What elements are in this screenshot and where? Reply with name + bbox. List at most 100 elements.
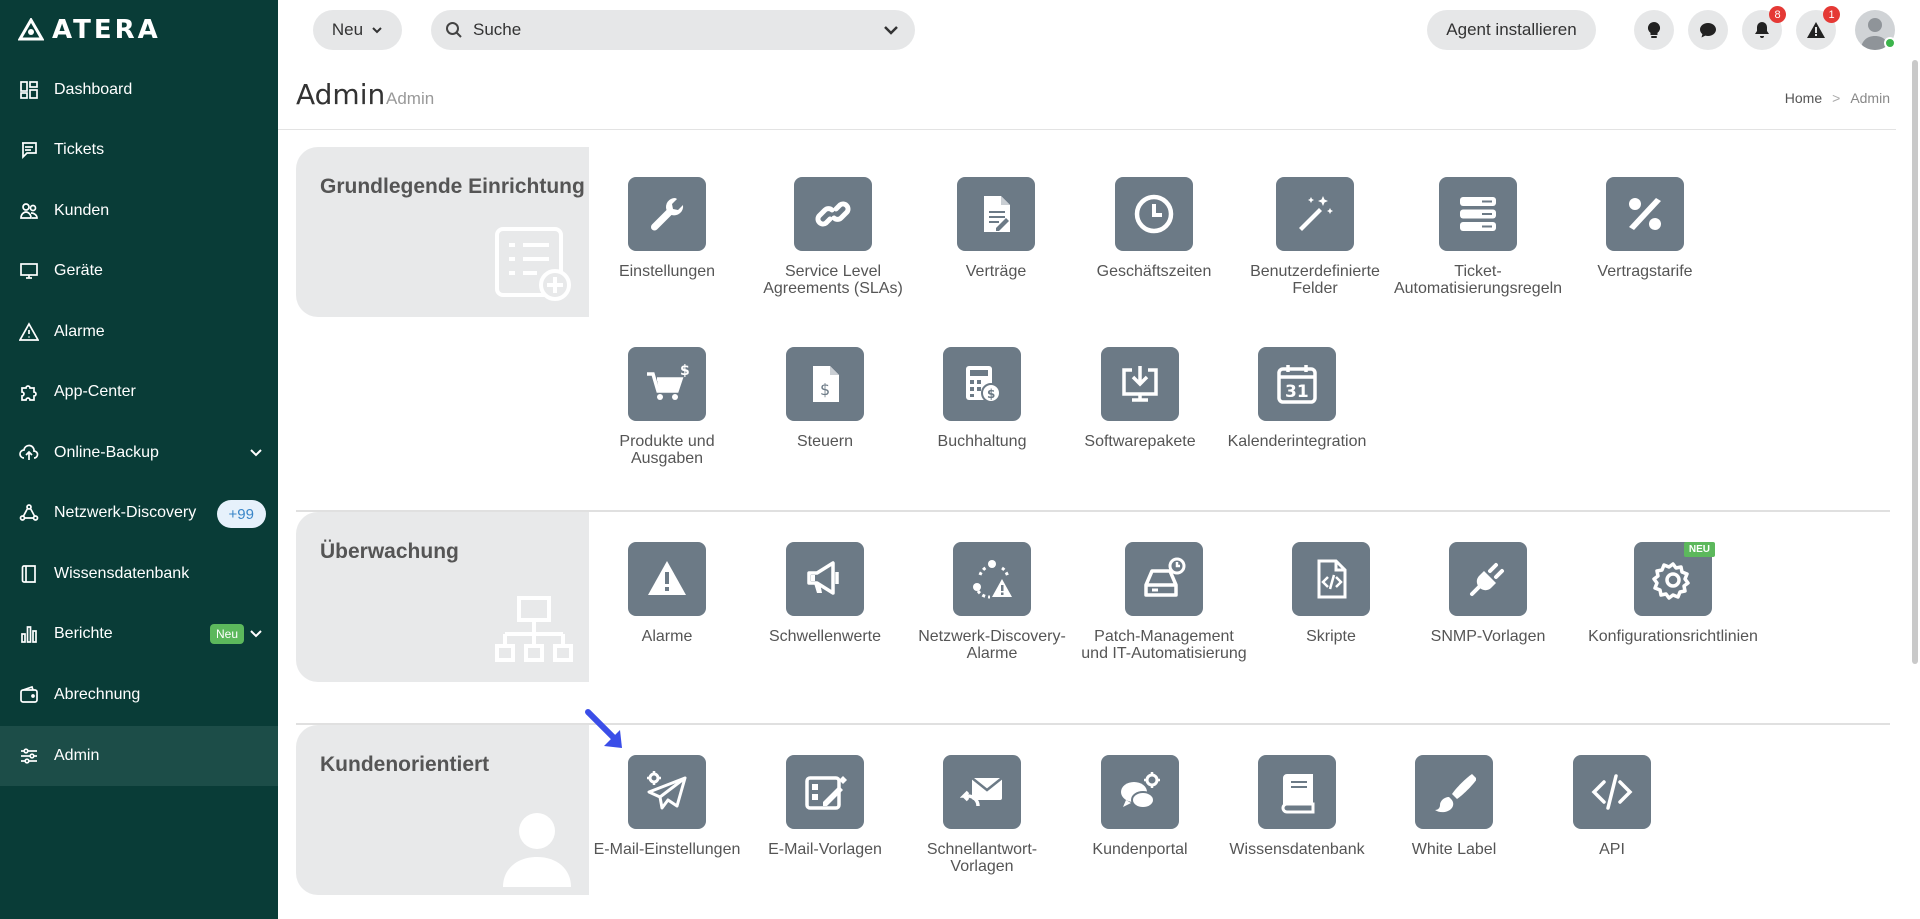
tile-knowledge-base[interactable]: Wissensdatenbank [1217,755,1377,858]
sidebar-item-label: Online-Backup [54,444,159,461]
sidebar-item-reports[interactable]: Berichte Neu [0,604,278,664]
mail-reply-icon [943,755,1021,829]
new-badge: Neu [209,624,244,644]
tile-label: Geschäftszeiten [1096,263,1212,280]
breadcrumb: Home > Admin [1785,90,1890,106]
tile-snmp-templates[interactable]: SNMP-Vorlagen [1408,542,1568,645]
sliders-icon [18,745,40,767]
new-button[interactable]: Neu [313,10,402,50]
tile-email-templates[interactable]: E-Mail-Vorlagen [745,755,905,858]
plug-icon [1449,542,1527,616]
lightbulb-icon [1647,21,1661,38]
users-icon [18,200,40,222]
tile-network-discovery-alarms[interactable]: Netzwerk-Discovery-Alarme [912,542,1072,662]
brush-icon [1415,755,1493,829]
tile-contracts[interactable]: Verträge [916,177,1076,280]
cart-dollar-icon: $ [628,347,706,421]
svg-text:$: $ [987,387,995,401]
tile-patch-management[interactable]: Patch-Management und IT-Automatisierung [1081,542,1247,662]
chevron-down-icon[interactable] [248,625,264,646]
breadcrumb-home[interactable]: Home [1785,90,1822,106]
wrench-icon [628,177,706,251]
sidebar-item-admin[interactable]: Admin [0,726,278,786]
section-card: Kundenorientiert [296,725,589,895]
scrollbar[interactable] [1912,60,1918,664]
template-edit-icon [786,755,864,829]
tile-label: E-Mail-Einstellungen [593,841,741,858]
sidebar-item-app-center[interactable]: App-Center [0,362,278,422]
sidebar-item-customers[interactable]: Kunden [0,181,278,241]
ideas-button[interactable] [1634,10,1674,50]
percent-icon [1606,177,1684,251]
pointer-arrow-icon [585,709,622,748]
tile-custom-fields[interactable]: Benutzerdefinierte Felder [1235,177,1395,297]
tile-software-packages[interactable]: Softwarepakete [1060,347,1220,450]
megaphone-icon [786,542,864,616]
new-tag-badge: NEU [1683,542,1715,557]
dollar-document-icon: $ [786,347,864,421]
tile-label: SNMP-Vorlagen [1430,628,1546,645]
form-add-illustration-icon [493,225,573,308]
tile-configuration-policies[interactable]: NEU Konfigurationsrichtlinien [1588,542,1758,645]
tile-label: White Label [1411,841,1497,858]
atera-logo-icon [18,18,44,41]
tile-label: Verträge [965,263,1027,280]
sidebar-item-network-discovery[interactable]: Netzwerk-Discovery +99 [0,483,278,543]
tile-label: Skripte [1306,628,1356,645]
search-bar[interactable] [431,10,915,50]
sidebar-item-tickets[interactable]: Tickets [0,120,278,180]
breadcrumb-separator: > [1832,90,1841,106]
search-input[interactable] [473,20,853,40]
top-bar: Neu Agent installieren 8 1 [278,0,1920,60]
tile-business-hours[interactable]: Geschäftszeiten [1074,177,1234,280]
calendar-day-number: 31 [1285,382,1309,402]
tile-api[interactable]: API [1532,755,1692,858]
tile-settings[interactable]: Einstellungen [587,177,747,280]
online-status-dot [1884,37,1896,49]
notifications-count-badge: 8 [1769,6,1786,23]
tile-label: Kundenportal [1092,841,1188,858]
tile-contract-rates[interactable]: Vertragstarife [1565,177,1725,280]
sidebar-item-billing[interactable]: Abrechnung [0,665,278,725]
code-file-icon [1292,542,1370,616]
tile-quick-reply-templates[interactable]: Schnellantwort-Vorlagen [902,755,1062,875]
chat-button[interactable] [1688,10,1728,50]
notifications-button[interactable]: 8 [1742,6,1786,50]
calculator-icon: $ [943,347,1021,421]
tile-taxes[interactable]: $ Steuern [745,347,905,450]
chevron-down-icon[interactable] [248,444,264,465]
tile-sla[interactable]: Service Level Agreements (SLAs) [753,177,913,297]
tile-calendar-integration[interactable]: 31 Kalenderintegration [1217,347,1377,450]
sidebar-item-knowledge-base[interactable]: Wissensdatenbank [0,544,278,604]
section-title: Kundenorientiert [320,753,490,776]
install-agent-button[interactable]: Agent installieren [1427,10,1596,50]
section-card: Überwachung [296,512,589,682]
tile-email-settings[interactable]: E-Mail-Einstellungen [587,755,747,858]
tile-ticket-automation[interactable]: Ticket-Automatisierungsregeln [1394,177,1562,297]
tile-label: Vertragstarife [1597,263,1693,280]
sidebar-item-alerts[interactable]: Alarme [0,302,278,362]
network-tree-illustration-icon [495,594,573,677]
wallet-icon [18,684,40,706]
sidebar-item-label: Wissensdatenbank [54,565,190,582]
sidebar-item-devices[interactable]: Geräte [0,241,278,301]
search-dropdown-chevron-icon[interactable] [883,22,899,43]
book-icon [18,563,40,585]
sidebar-item-dashboard[interactable]: Dashboard [0,60,278,120]
alerts-button[interactable]: 1 [1796,6,1840,50]
tile-customer-portal[interactable]: Kundenportal [1060,755,1220,858]
tile-white-label[interactable]: White Label [1374,755,1534,858]
section-title: Überwachung [320,540,459,563]
tile-label: Patch-Management und IT-Automatisierung [1081,628,1247,662]
atera-logo[interactable]: ATERA [18,14,161,46]
tile-thresholds[interactable]: Schwellenwerte [745,542,905,645]
tile-alarms[interactable]: Alarme [587,542,747,645]
clock-icon [1115,177,1193,251]
sidebar-item-label: Dashboard [54,81,133,98]
sidebar: ATERA Dashboard Tickets Kunden Geräte Al… [0,0,278,919]
sidebar-item-online-backup[interactable]: Online-Backup [0,423,278,483]
tile-label: E-Mail-Vorlagen [768,841,882,858]
tile-scripts[interactable]: Skripte [1251,542,1411,645]
tile-accounting[interactable]: $ Buchhaltung [902,347,1062,450]
tile-products-expenses[interactable]: $ Produkte und Ausgaben [587,347,747,467]
